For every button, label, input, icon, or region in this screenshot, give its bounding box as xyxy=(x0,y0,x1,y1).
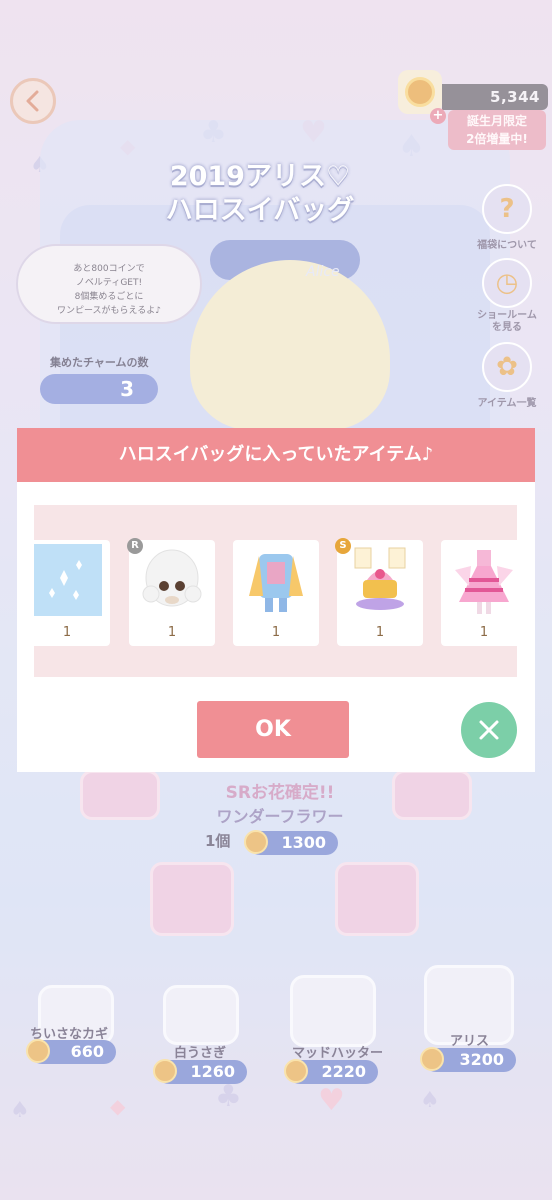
ok-button[interactable]: OK xyxy=(197,701,349,758)
item-carousel[interactable]: 1 R 1 1 S 1 1 xyxy=(34,505,517,677)
item-card[interactable]: 1 xyxy=(441,540,517,646)
dialog-title: ハロスイバッグに入っていたアイテム♪ xyxy=(17,428,535,482)
result-dialog: ハロスイバッグに入っていたアイテム♪ 1 R 1 1 S 1 1 OK xyxy=(17,428,535,772)
background-item-icon xyxy=(34,544,102,616)
rarity-badge: S xyxy=(335,538,351,554)
item-quantity: 1 xyxy=(271,625,281,640)
rarity-badge: R xyxy=(127,538,143,554)
item-quantity: 1 xyxy=(62,625,72,640)
close-button[interactable] xyxy=(461,702,517,758)
item-card[interactable]: 1 xyxy=(233,540,319,646)
close-icon xyxy=(479,720,499,740)
item-card[interactable]: 1 xyxy=(34,540,110,646)
ghost-hair-item-icon xyxy=(142,549,202,607)
item-quantity: 1 xyxy=(167,625,177,640)
dress-item-icon xyxy=(455,550,513,614)
outfit-item-icon xyxy=(249,554,303,612)
item-card[interactable]: S 1 xyxy=(335,538,423,646)
item-quantity: 1 xyxy=(479,625,489,640)
tea-party-item-icon xyxy=(354,547,406,610)
item-quantity: 1 xyxy=(375,625,385,640)
item-card[interactable]: R 1 xyxy=(127,538,215,646)
